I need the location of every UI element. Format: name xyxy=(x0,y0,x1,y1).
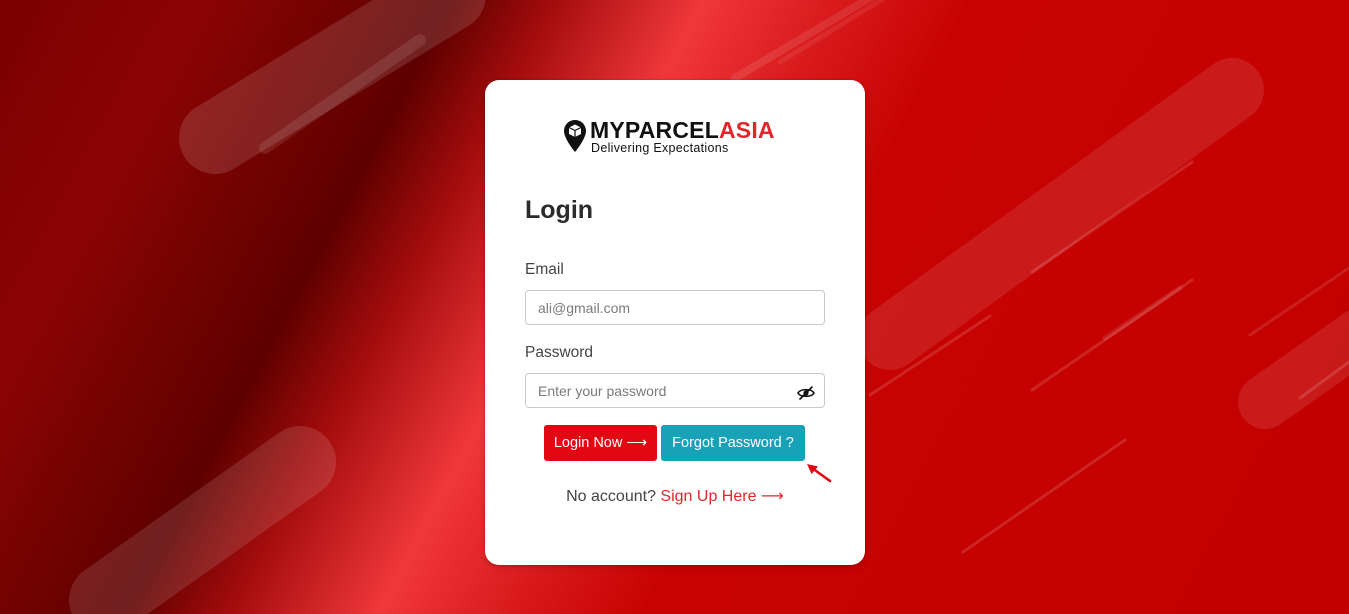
page-title: Login xyxy=(525,196,594,224)
brand-name-part1: MYPARCEL xyxy=(590,117,719,143)
brand-tagline: Delivering Expectations xyxy=(591,141,729,155)
forgot-password-button[interactable]: Forgot Password ? xyxy=(661,425,805,461)
password-field[interactable] xyxy=(525,373,825,408)
email-field[interactable] xyxy=(525,290,825,325)
signup-prompt: No account? Sign Up Here ⟶ xyxy=(485,487,865,507)
brand-name: MYPARCELASIA xyxy=(590,118,775,142)
email-label: Email xyxy=(525,261,564,278)
login-card: MYPARCELASIA Delivering Expectations Log… xyxy=(485,80,865,565)
map-pin-box-icon xyxy=(564,120,586,152)
login-button[interactable]: Login Now ⟶ xyxy=(544,425,657,461)
brand-name-part2: ASIA xyxy=(718,117,775,143)
signup-link[interactable]: Sign Up Here ⟶ xyxy=(660,488,783,505)
brand-logo: MYPARCELASIA Delivering Expectations xyxy=(564,118,786,156)
eye-slash-icon[interactable] xyxy=(797,386,815,400)
password-label: Password xyxy=(525,344,594,361)
red-arrow-icon xyxy=(807,464,832,483)
no-account-text: No account? xyxy=(566,488,656,505)
